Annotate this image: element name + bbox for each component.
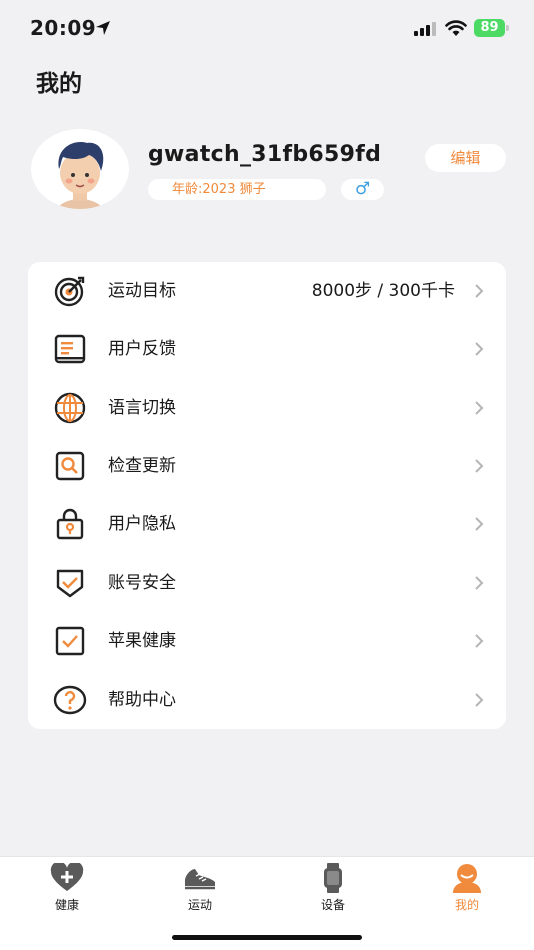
menu-label: 用户隐私	[108, 514, 176, 534]
status-bar: 20:09 89	[0, 0, 534, 56]
avatar[interactable]	[31, 129, 129, 209]
chevron-right-icon	[475, 342, 484, 356]
question-icon	[52, 684, 88, 716]
battery-indicator: 89	[474, 19, 510, 37]
tab-mine[interactable]: 我的	[400, 857, 534, 917]
tab-device[interactable]: 设备	[266, 857, 400, 917]
chevron-right-icon	[475, 401, 484, 415]
gender-male-icon: ♂	[341, 179, 384, 200]
chevron-right-icon	[475, 634, 484, 648]
chevron-right-icon	[475, 284, 484, 298]
battery-cap	[506, 25, 509, 31]
shoe-icon	[183, 863, 217, 893]
wifi-icon	[445, 20, 467, 36]
checkbox-icon	[52, 625, 88, 657]
tab-label: 设备	[320, 898, 345, 912]
status-time: 20:09	[30, 16, 97, 40]
heart-plus-icon	[50, 861, 84, 893]
menu-item-check-update[interactable]: 检查更新	[28, 437, 506, 495]
lock-icon	[52, 508, 88, 540]
menu-label: 用户反馈	[108, 339, 176, 359]
chevron-right-icon	[475, 693, 484, 707]
tab-health[interactable]: 健康	[0, 857, 134, 917]
menu-item-language[interactable]: 语言切换	[28, 379, 506, 437]
home-indicator[interactable]	[172, 935, 362, 940]
chevron-right-icon	[475, 576, 484, 590]
feedback-icon	[52, 333, 88, 365]
menu-label: 账号安全	[108, 573, 176, 593]
menu-label: 苹果健康	[108, 631, 176, 651]
watch-icon	[316, 863, 350, 893]
shield-icon	[52, 567, 88, 599]
menu-item-exercise-goal[interactable]: 运动目标 8000步 / 300千卡	[28, 262, 506, 320]
menu-item-user-privacy[interactable]: 用户隐私	[28, 495, 506, 553]
tab-label: 健康	[54, 898, 79, 912]
menu-item-user-feedback[interactable]: 用户反馈	[28, 320, 506, 378]
chevron-right-icon	[475, 517, 484, 531]
age-zodiac-badge: 年龄:2023 狮子	[148, 179, 326, 200]
goal-value: 8000步 / 300千卡	[311, 281, 455, 301]
settings-menu-card: 运动目标 8000步 / 300千卡 用户反馈 语言切换 检查更新 用户隐私 账…	[28, 262, 506, 729]
cartoon-avatar-icon	[57, 142, 104, 209]
battery-level: 89	[474, 19, 505, 37]
edit-profile-button[interactable]: 编辑	[425, 144, 506, 172]
menu-item-account-security[interactable]: 账号安全	[28, 554, 506, 612]
globe-icon	[52, 392, 88, 424]
menu-item-help-center[interactable]: 帮助中心	[28, 671, 506, 729]
tab-label: 运动	[187, 898, 212, 912]
tab-label: 我的	[454, 898, 479, 912]
menu-label: 运动目标	[108, 281, 176, 301]
chevron-right-icon	[475, 459, 484, 473]
menu-label: 检查更新	[108, 456, 176, 476]
tab-exercise[interactable]: 运动	[133, 857, 267, 917]
profile-icon	[450, 863, 484, 893]
menu-item-apple-health[interactable]: 苹果健康	[28, 612, 506, 670]
cellular-signal-icon	[414, 22, 436, 36]
username: gwatch_31fb659fd	[148, 142, 382, 167]
menu-label: 语言切换	[108, 398, 176, 418]
page-title: 我的	[36, 71, 82, 97]
target-icon	[52, 275, 88, 307]
menu-label: 帮助中心	[108, 690, 176, 710]
location-arrow-icon	[96, 21, 110, 35]
search-update-icon	[52, 450, 88, 482]
